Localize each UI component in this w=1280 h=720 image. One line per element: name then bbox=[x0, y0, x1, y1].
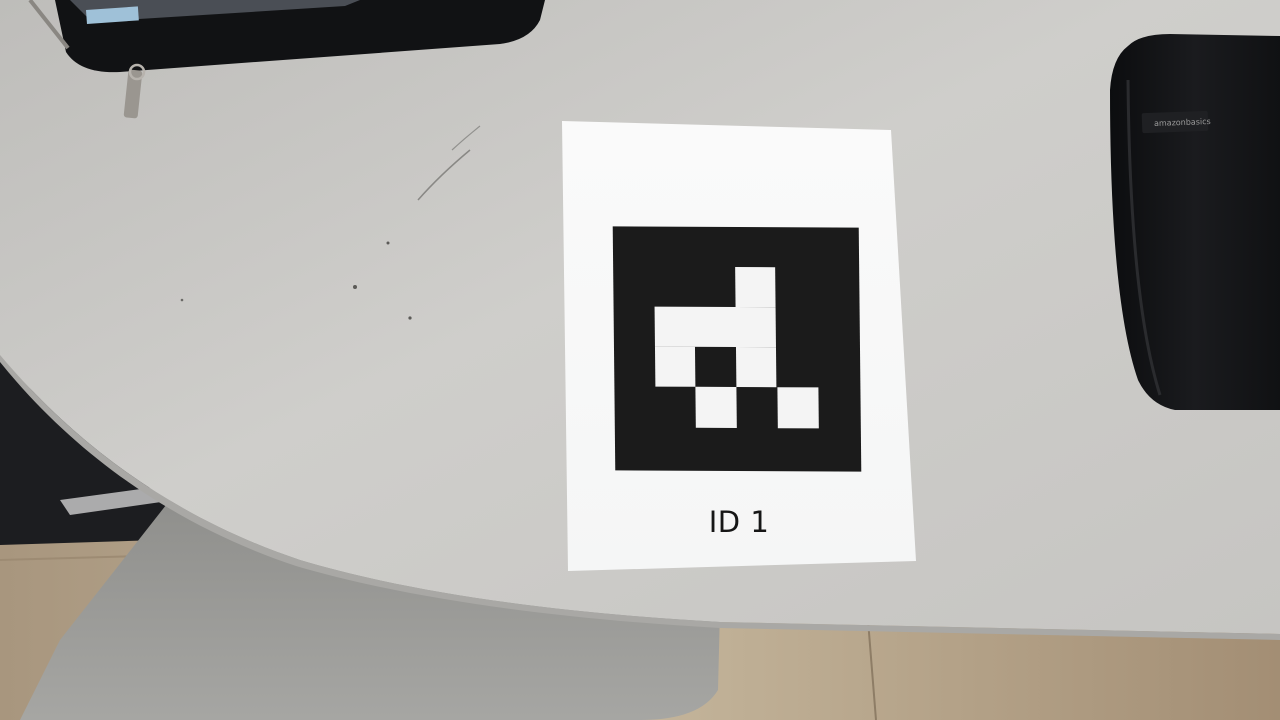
table-speck bbox=[180, 298, 184, 302]
table-speck bbox=[386, 241, 390, 245]
zip-case bbox=[1110, 34, 1280, 410]
marker-cell bbox=[654, 346, 696, 387]
marker-cell bbox=[735, 266, 776, 308]
marker-cell bbox=[777, 387, 819, 429]
marker-cell bbox=[654, 306, 776, 348]
table-speck bbox=[353, 285, 357, 289]
marker-sheet: ID 1 bbox=[562, 121, 916, 571]
aruco-marker bbox=[612, 226, 862, 472]
marker-cell bbox=[735, 346, 777, 388]
marker-id-label: ID 1 bbox=[708, 505, 770, 539]
marker-cell bbox=[695, 386, 737, 428]
table-speck bbox=[408, 316, 412, 320]
camera-photo: amazonbasics ID 1 bbox=[0, 0, 1280, 720]
